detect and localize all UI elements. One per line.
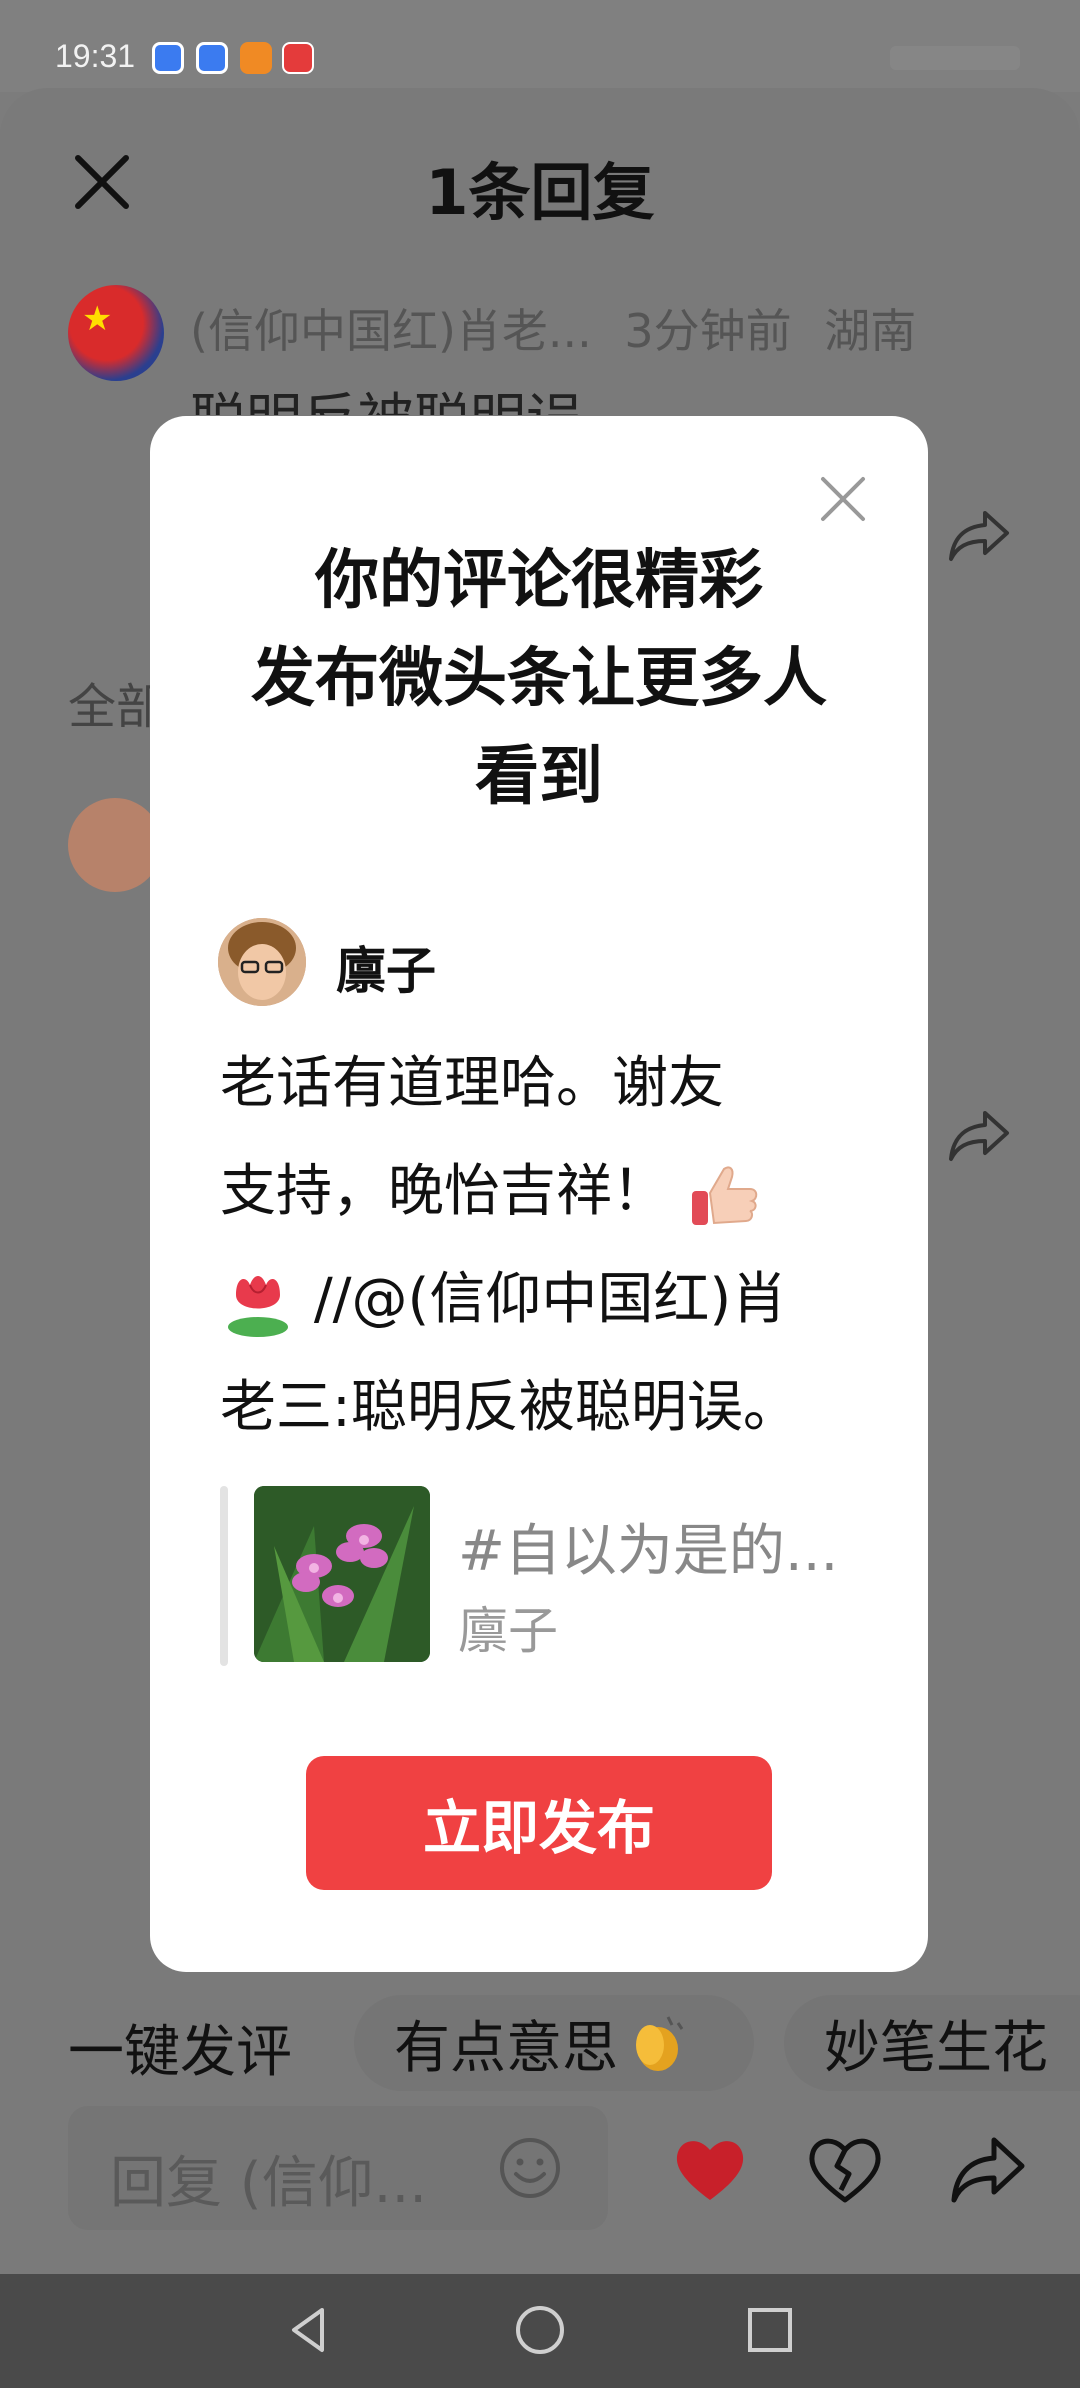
- avatar-illustration: [218, 918, 306, 1006]
- quick-reply-option[interactable]: 有点意思: [354, 1995, 754, 2091]
- quick-reply-option[interactable]: 妙笔生花: [784, 1995, 1080, 2091]
- dialog-title-line: 发布微头条让更多人: [251, 642, 827, 716]
- quoted-post-author: 廪子: [458, 1602, 558, 1660]
- quoted-post-title: #自以为是的...: [458, 1519, 839, 1584]
- comment-line: 老话有道理哈。谢友: [220, 1051, 724, 1116]
- quick-reply-row: 一键发评 有点意思 妙笔生花: [0, 1995, 1080, 2095]
- share-icon[interactable]: [948, 2130, 1028, 2210]
- status-time: 19:31: [55, 38, 136, 74]
- thumbs-up-icon: [691, 1166, 758, 1225]
- dialog-title: 你的评论很精彩 发布微头条让更多人 看到: [150, 532, 928, 826]
- share-icon[interactable]: [945, 1105, 1013, 1165]
- heart-icon[interactable]: [670, 2130, 750, 2210]
- dialog-title-line: 看到: [475, 740, 603, 814]
- status-bar: 19:31: [0, 0, 1080, 92]
- avatar[interactable]: [68, 798, 162, 892]
- comment-meta: (信仰中国红)肖老... 3分钟前 湖南: [190, 295, 916, 361]
- comment-line: 老三:聪明反被聪明误。: [220, 1375, 799, 1440]
- comment-text: 聪明反被聪明误: [190, 375, 582, 415]
- comment-author[interactable]: (信仰中国红)肖老...: [190, 304, 592, 358]
- tulip-icon: [228, 1275, 288, 1337]
- quick-reply-option-label: 有点意思: [394, 2015, 618, 2081]
- orchid-thumbnail: [254, 1486, 430, 1662]
- quote-divider: [220, 1486, 228, 1666]
- smile-icon[interactable]: [496, 2134, 564, 2202]
- reply-input[interactable]: 回复 (信仰...: [68, 2106, 608, 2230]
- comment-location: 湖南: [824, 304, 917, 358]
- status-indicators: [890, 46, 1020, 70]
- username: 廪子: [336, 942, 436, 1000]
- news-app-icon: [282, 42, 314, 74]
- publish-button[interactable]: 立即发布: [306, 1756, 772, 1890]
- reply-input-placeholder: 回复 (信仰...: [110, 2151, 428, 2216]
- sheet-title: 1条回复: [425, 156, 655, 229]
- clapping-hands-icon: [636, 2016, 684, 2071]
- app-notification-icon: [196, 42, 228, 74]
- recents-icon[interactable]: [742, 2302, 798, 2358]
- avatar: [218, 918, 306, 1006]
- video-app-icon: [240, 42, 272, 74]
- comment-line: 支持，晚怡吉祥！: [220, 1159, 668, 1224]
- system-nav-bar: [0, 2274, 1080, 2388]
- home-icon[interactable]: [512, 2302, 568, 2358]
- comment-line: //@(信仰中国红)肖: [313, 1267, 788, 1332]
- app-notification-icon: [152, 42, 184, 74]
- dialog-title-line: 你的评论很精彩: [315, 544, 763, 618]
- quick-reply-label: 一键发评: [68, 2020, 292, 2085]
- share-icon[interactable]: [945, 505, 1013, 565]
- avatar[interactable]: ★: [68, 285, 164, 381]
- close-icon[interactable]: [818, 474, 868, 524]
- comment-preview: 老话有道理哈。谢友 支持，晚怡吉祥！ //@(信仰中国红)肖 老三:聪明反被聪明…: [220, 1030, 840, 1462]
- publish-prompt-dialog: 你的评论很精彩 发布微头条让更多人 看到 廪子 老话有道理哈。谢友 支持，晚怡吉…: [150, 416, 928, 1972]
- orchid-image: [254, 1486, 430, 1662]
- back-icon[interactable]: [282, 2302, 338, 2358]
- comment-time: 3分钟前: [624, 304, 792, 358]
- broken-heart-icon[interactable]: [805, 2130, 885, 2210]
- quick-reply-option-label: 妙笔生花: [824, 2015, 1048, 2081]
